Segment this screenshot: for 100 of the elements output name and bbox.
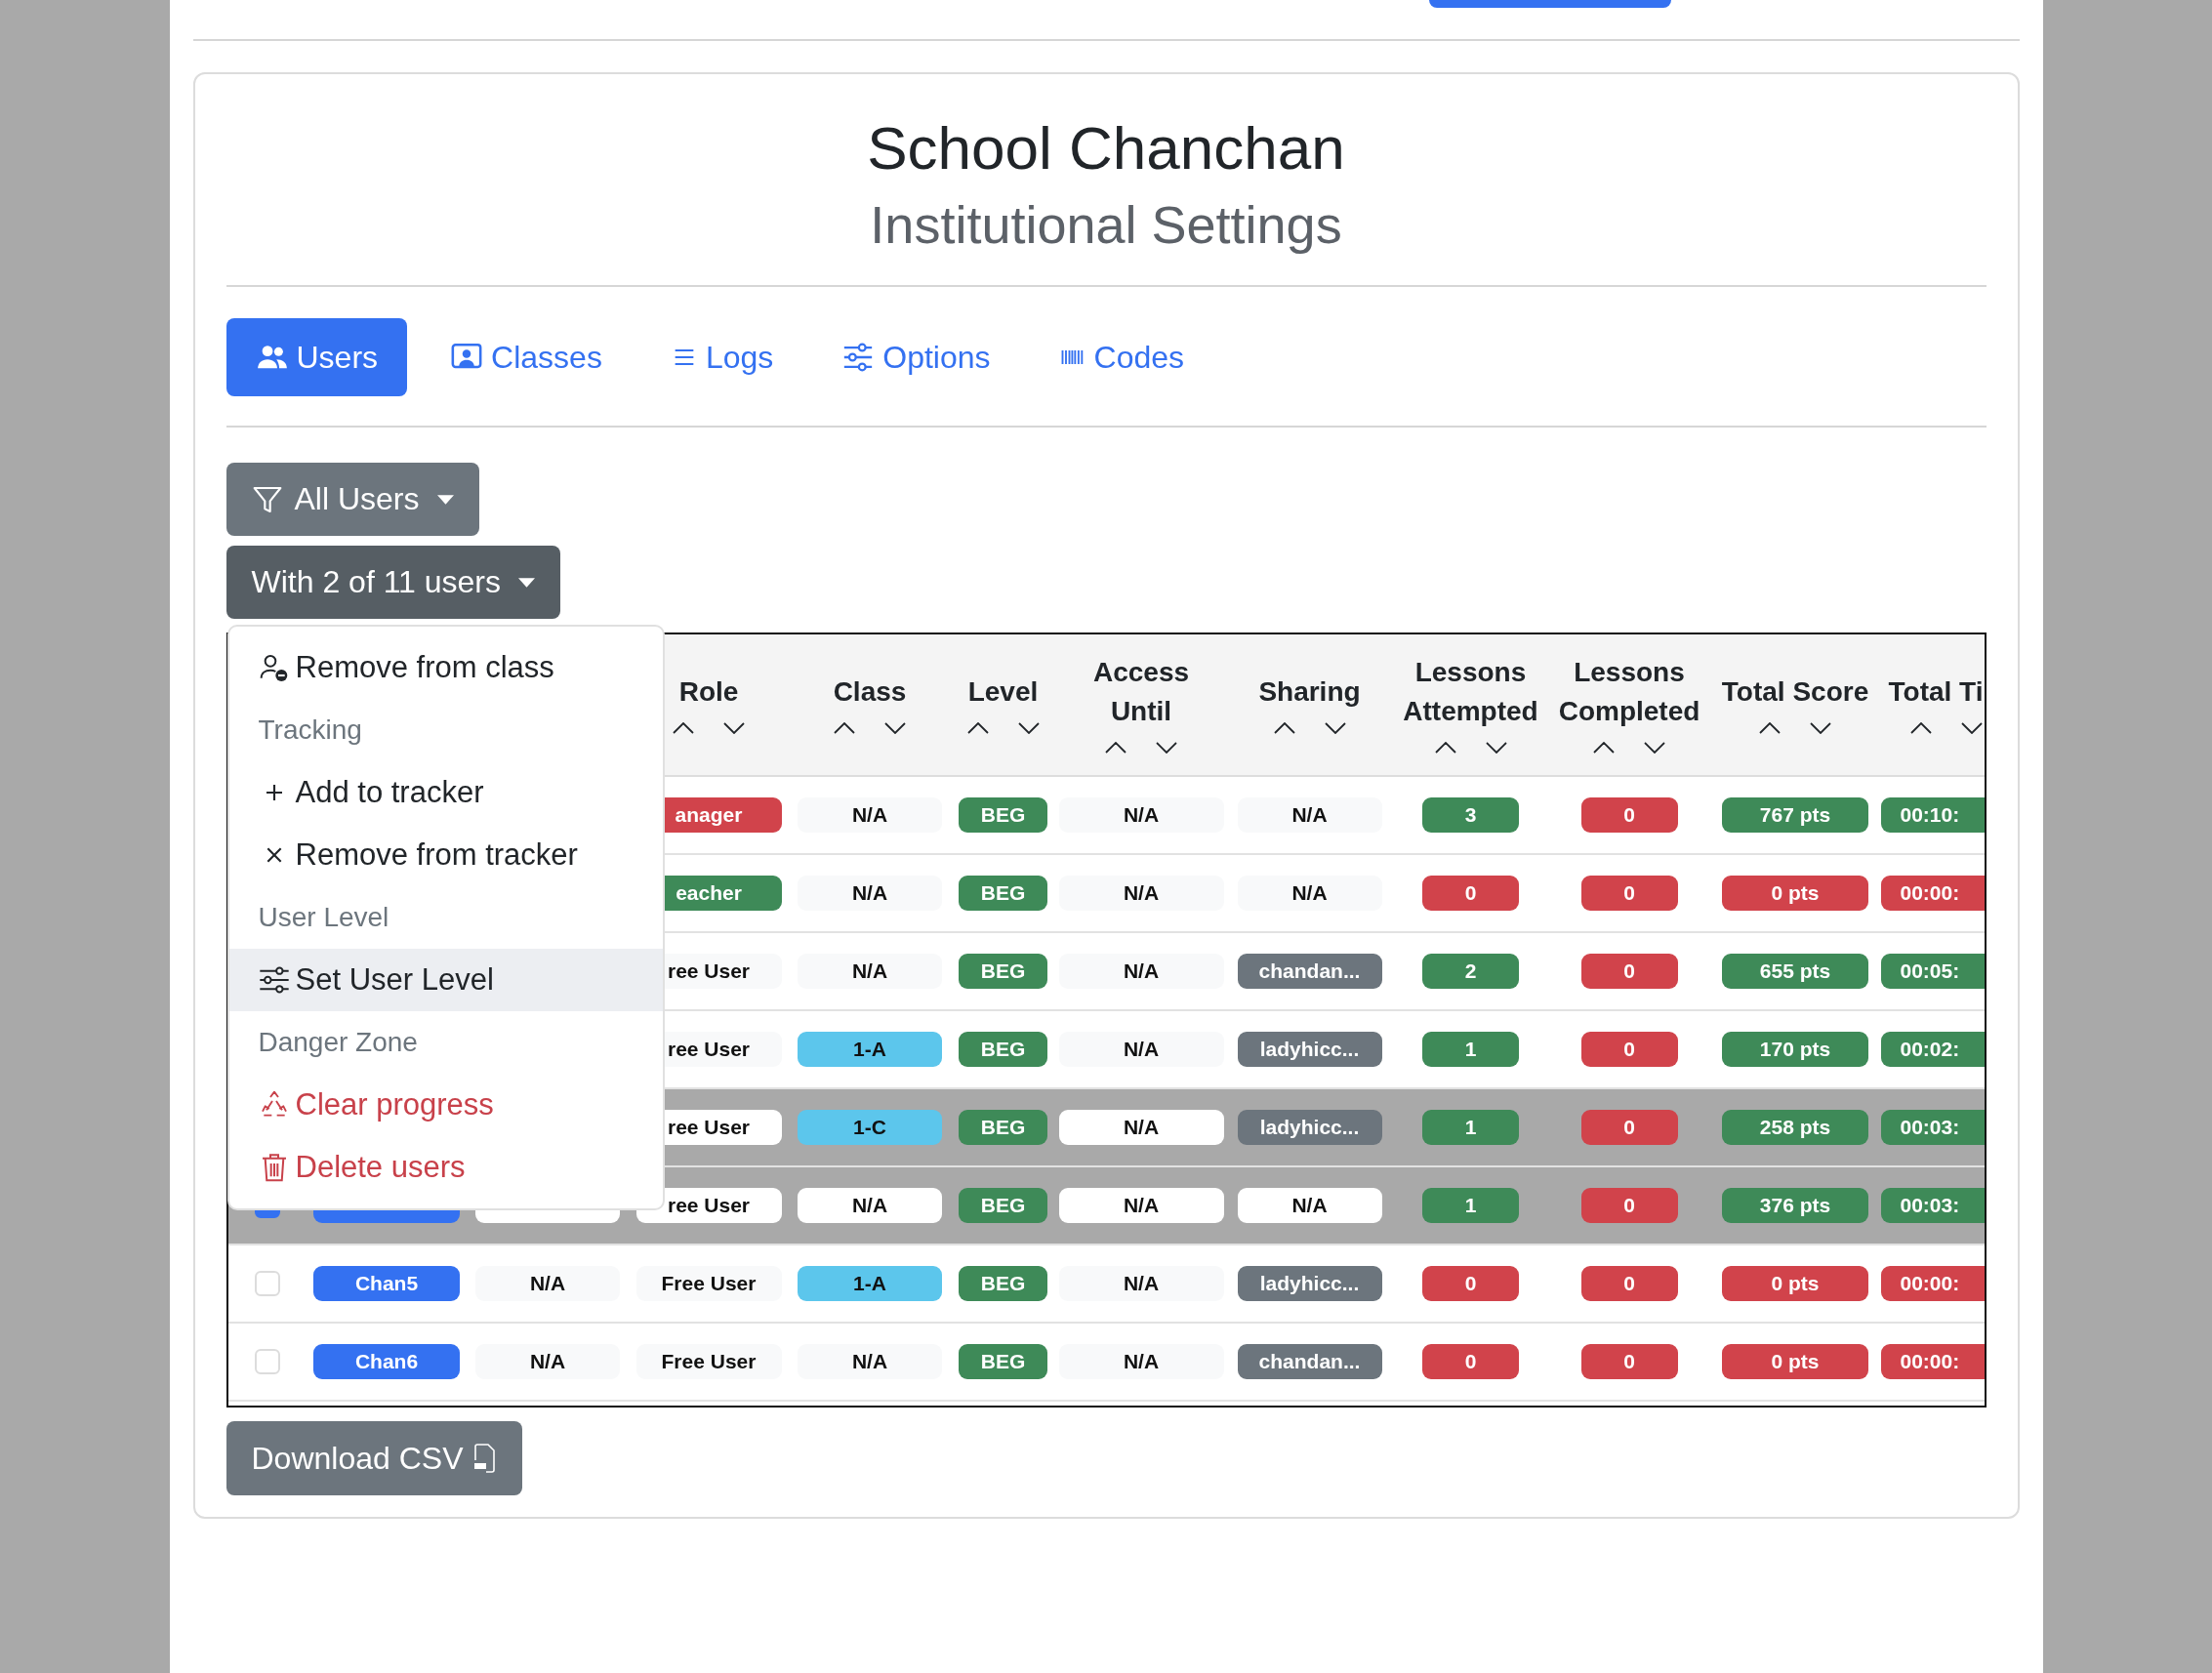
score-badge: 0 pts bbox=[1722, 1344, 1868, 1380]
sort-up-icon[interactable] bbox=[673, 721, 694, 734]
file-icon bbox=[472, 1443, 497, 1475]
score-badge: 655 pts bbox=[1722, 954, 1868, 990]
column-header: Class bbox=[833, 675, 907, 710]
attempted-badge: 1 bbox=[1422, 1032, 1519, 1068]
class-badge: N/A bbox=[798, 1188, 942, 1224]
level-badge: BEG bbox=[959, 1188, 1047, 1224]
time-badge: 00:03: bbox=[1880, 1110, 1985, 1146]
class-badge: N/A bbox=[798, 876, 942, 912]
caret-icon bbox=[518, 577, 535, 588]
time-badge: 00:03: bbox=[1880, 1188, 1985, 1224]
class-badge: N/A bbox=[798, 797, 942, 834]
sharing-badge: ladyhicc... bbox=[1237, 1110, 1382, 1146]
level-badge: BEG bbox=[959, 954, 1047, 990]
value-badge: N/A bbox=[475, 1266, 620, 1302]
tab[interactable]: Codes bbox=[1033, 318, 1210, 397]
sort-up-icon[interactable] bbox=[1434, 742, 1456, 754]
sharing-badge: ladyhicc... bbox=[1237, 1266, 1382, 1302]
column-header: Total Ti bbox=[1888, 675, 1984, 710]
column-header: Lessons Attempted bbox=[1402, 655, 1539, 729]
sort-up-icon[interactable] bbox=[1105, 742, 1126, 754]
filter-dropdown-button[interactable]: All Users bbox=[225, 463, 479, 537]
time-badge: 00:00: bbox=[1880, 876, 1985, 912]
class-badge: N/A bbox=[798, 1344, 942, 1380]
access-badge: N/A bbox=[1058, 876, 1224, 912]
tab[interactable]: Classes bbox=[425, 318, 628, 397]
sort-up-icon[interactable] bbox=[966, 721, 989, 734]
sort-down-icon[interactable] bbox=[723, 721, 745, 734]
completed-badge: 0 bbox=[1580, 1032, 1678, 1068]
sort-down-icon[interactable] bbox=[1644, 742, 1665, 754]
sharing-badge: N/A bbox=[1237, 876, 1382, 912]
score-badge: 258 pts bbox=[1722, 1110, 1868, 1146]
column-header: Role bbox=[678, 675, 739, 710]
access-badge: N/A bbox=[1058, 1032, 1224, 1068]
tab[interactable]: Logs bbox=[644, 318, 799, 397]
score-badge: 0 pts bbox=[1722, 1266, 1868, 1302]
role-badge: Free User bbox=[635, 1344, 782, 1380]
sharing-badge: N/A bbox=[1237, 797, 1382, 834]
page-title: School Chanchan bbox=[866, 113, 1346, 184]
sort-down-icon[interactable] bbox=[1485, 742, 1507, 754]
column-header: Total Score bbox=[1721, 675, 1869, 710]
sort-down-icon[interactable] bbox=[884, 721, 906, 734]
sort-down-icon[interactable] bbox=[1156, 742, 1177, 754]
class-badge: 1-A bbox=[798, 1032, 942, 1068]
class-badge: 1-C bbox=[798, 1110, 942, 1146]
sort-down-icon[interactable] bbox=[1960, 721, 1983, 734]
sharing-badge: chandan... bbox=[1237, 1344, 1382, 1380]
download-csv-button[interactable]: Download CSV bbox=[225, 1421, 522, 1496]
access-badge: N/A bbox=[1058, 797, 1224, 834]
row-checkbox[interactable] bbox=[254, 1349, 280, 1375]
row-checkbox[interactable] bbox=[254, 1271, 280, 1297]
filter-dropdown-button[interactable]: With 2 of 11 users bbox=[225, 546, 560, 620]
sharing-badge: N/A bbox=[1237, 1188, 1382, 1224]
time-badge: 00:00: bbox=[1880, 1266, 1985, 1302]
level-badge: BEG bbox=[959, 1266, 1047, 1302]
user-name-badge[interactable]: Chan6 bbox=[313, 1344, 460, 1380]
score-badge: 0 pts bbox=[1722, 876, 1868, 912]
time-badge: 00:05: bbox=[1880, 954, 1985, 990]
column-header: Access Until bbox=[1091, 655, 1191, 729]
sort-up-icon[interactable] bbox=[1909, 721, 1932, 734]
sort-down-icon[interactable] bbox=[1324, 721, 1346, 734]
score-badge: 767 pts bbox=[1722, 797, 1868, 834]
sort-up-icon[interactable] bbox=[834, 721, 855, 734]
attempted-badge: 0 bbox=[1422, 876, 1519, 912]
attempted-badge: 0 bbox=[1422, 1266, 1519, 1302]
completed-badge: 0 bbox=[1580, 1188, 1678, 1224]
access-badge: N/A bbox=[1058, 954, 1224, 990]
time-badge: 00:00: bbox=[1880, 1344, 1985, 1380]
completed-badge: 0 bbox=[1580, 797, 1678, 834]
time-badge: 00:10: bbox=[1880, 797, 1985, 834]
access-badge: N/A bbox=[1058, 1188, 1224, 1224]
attempted-badge: 2 bbox=[1422, 954, 1519, 990]
tab[interactable]: Options bbox=[816, 318, 1016, 397]
class-badge: N/A bbox=[798, 954, 942, 990]
level-badge: BEG bbox=[959, 1110, 1047, 1146]
caret-icon bbox=[436, 494, 454, 505]
sort-up-icon[interactable] bbox=[1593, 742, 1615, 754]
score-badge: 376 pts bbox=[1722, 1188, 1868, 1224]
tab[interactable]: Users bbox=[225, 318, 408, 397]
sort-down-icon[interactable] bbox=[1810, 721, 1831, 734]
sort-down-icon[interactable] bbox=[1017, 721, 1040, 734]
time-badge: 00:02: bbox=[1880, 1032, 1985, 1068]
menu-section-header: Tracking bbox=[257, 714, 363, 748]
user-name-badge[interactable]: Chan5 bbox=[313, 1266, 460, 1302]
level-badge: BEG bbox=[959, 1032, 1047, 1068]
person-minus-icon bbox=[258, 652, 290, 684]
sort-up-icon[interactable] bbox=[1759, 721, 1781, 734]
menu-section-header: User Level bbox=[257, 901, 390, 935]
menu-item[interactable]: Set User Level bbox=[228, 949, 663, 1012]
level-badge: BEG bbox=[959, 876, 1047, 912]
completed-badge: 0 bbox=[1580, 1110, 1678, 1146]
column-header: Sharing bbox=[1258, 675, 1361, 710]
access-badge: N/A bbox=[1058, 1344, 1224, 1380]
menu-item[interactable]: Remove from class bbox=[228, 636, 663, 700]
value-badge: N/A bbox=[475, 1344, 620, 1380]
attempted-badge: 1 bbox=[1422, 1188, 1519, 1224]
role-badge: Free User bbox=[635, 1266, 782, 1302]
sort-up-icon[interactable] bbox=[1273, 721, 1295, 734]
level-badge: BEG bbox=[959, 797, 1047, 834]
